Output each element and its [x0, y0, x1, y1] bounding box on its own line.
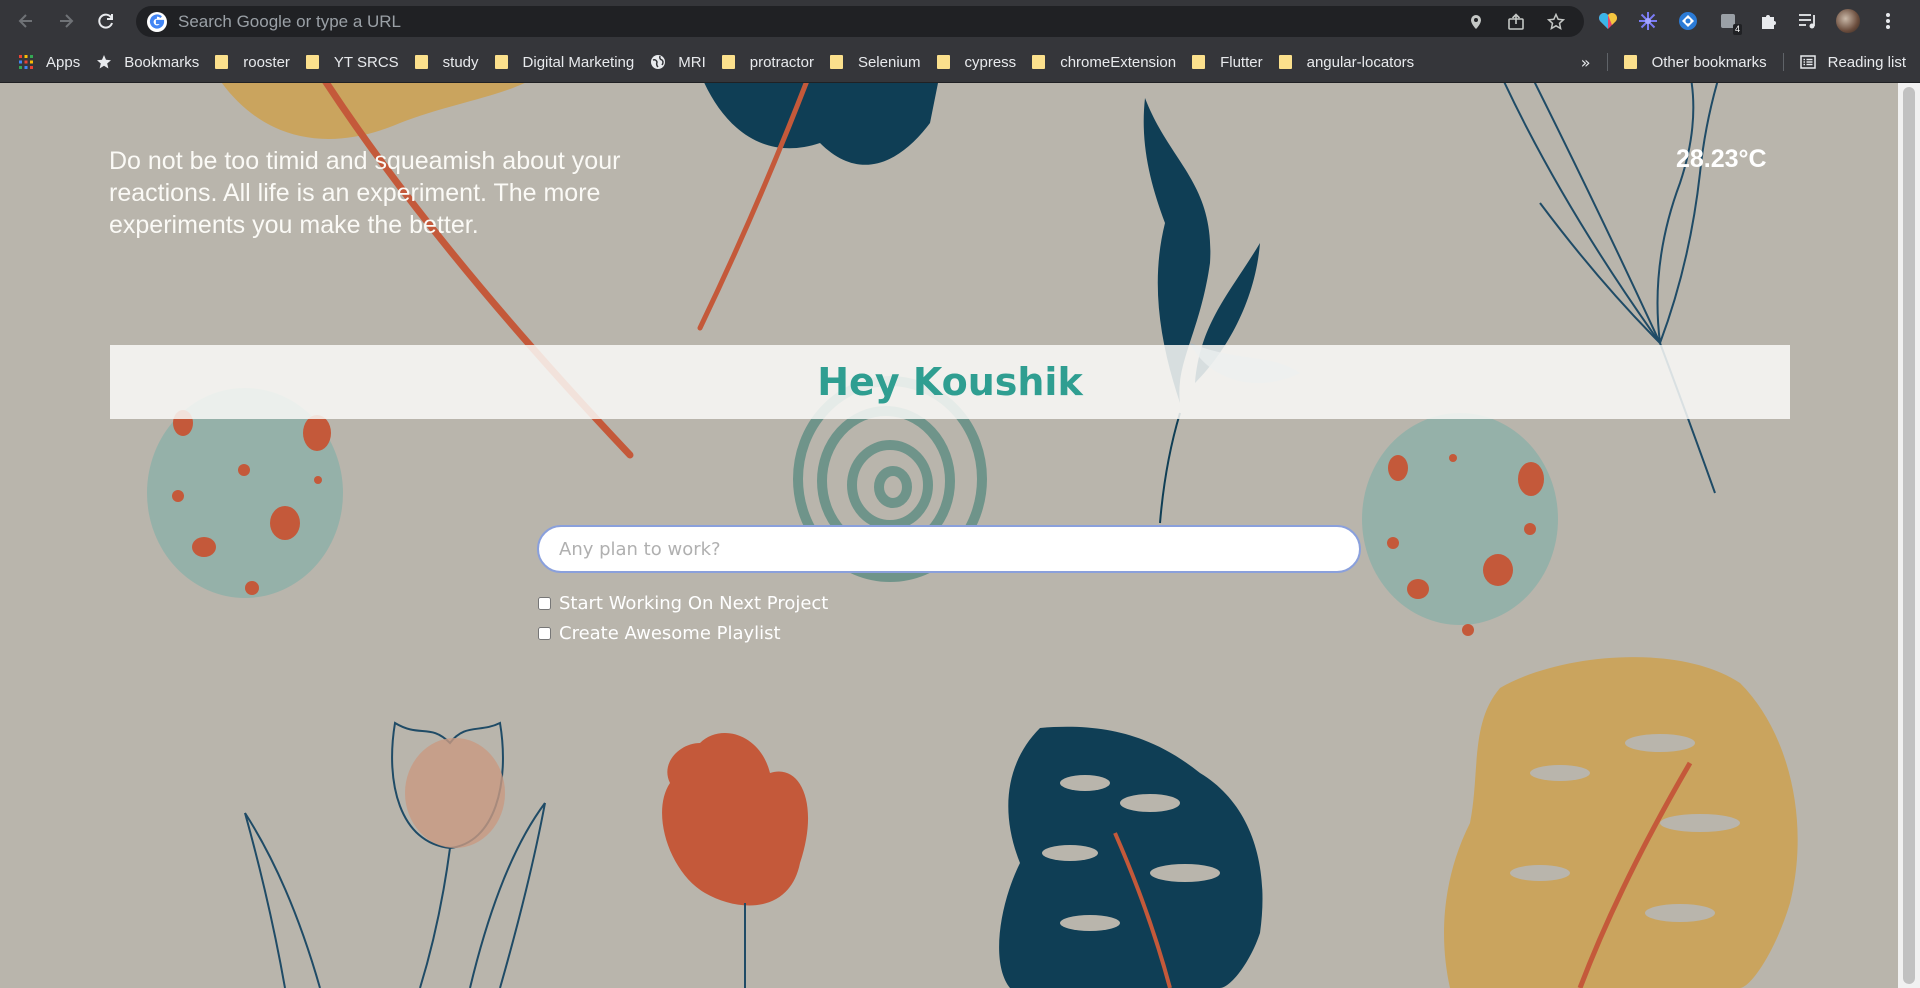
- profile-avatar[interactable]: [1834, 7, 1862, 35]
- share-icon[interactable]: [1502, 8, 1530, 36]
- google-logo-icon: [147, 11, 167, 32]
- bookmark-mri[interactable]: MRI: [642, 48, 714, 76]
- bookmark-selenium[interactable]: Selenium: [822, 48, 929, 76]
- address-bar[interactable]: Search Google or type a URL: [136, 6, 1584, 37]
- bookmark-label: Flutter: [1220, 53, 1263, 71]
- avatar: [1836, 9, 1860, 33]
- forward-button[interactable]: [46, 0, 86, 42]
- todo-label: Create Awesome Playlist: [559, 623, 781, 644]
- bookmark-digital-marketing[interactable]: Digital Marketing: [487, 48, 643, 76]
- folder-icon: [1278, 55, 1295, 69]
- todo-checkbox[interactable]: [538, 597, 551, 610]
- bookmark-chromeextension[interactable]: chromeExtension: [1024, 48, 1184, 76]
- counter-extension-icon[interactable]: 4: [1714, 7, 1742, 35]
- folder-icon: [215, 55, 231, 69]
- bookmarks-divider: [1606, 53, 1608, 71]
- task-input[interactable]: [537, 525, 1361, 573]
- bookmark-yt-srcs[interactable]: YT SRCS: [298, 48, 407, 76]
- bookmark-label: cypress: [964, 53, 1017, 71]
- browser-toolbar: Search Google or type a URL 4: [0, 0, 1920, 42]
- folder-icon: [721, 55, 738, 69]
- folder-icon: [305, 55, 322, 69]
- bookmark-label: MRI: [678, 53, 706, 71]
- arrow-left-icon: [18, 14, 32, 28]
- other-bookmarks[interactable]: Other bookmarks: [1616, 48, 1775, 76]
- weather-temperature: 28.23°C: [1676, 145, 1767, 173]
- reading-list-label: Reading list: [1827, 53, 1906, 71]
- bookmark-label: angular-locators: [1306, 53, 1415, 71]
- folder-icon: [414, 55, 431, 69]
- bookmark-label: study: [442, 53, 479, 71]
- bookmarks-bar: Apps Bookmarks rooster YT SRCS study Dig…: [0, 42, 1920, 83]
- blue-cross-extension-icon[interactable]: [1674, 7, 1702, 35]
- bookmark-label: chromeExtension: [1060, 53, 1177, 71]
- address-bar-placeholder: Search Google or type a URL: [178, 11, 402, 31]
- bookmark-label: Digital Marketing: [522, 53, 635, 71]
- folder-icon: [1623, 55, 1640, 69]
- bookmark-study[interactable]: study: [407, 48, 487, 76]
- heart-extension-icon[interactable]: [1594, 7, 1622, 35]
- star-icon: [96, 55, 112, 69]
- folder-icon: [1192, 55, 1208, 69]
- bookmarks-divider: [1782, 53, 1784, 71]
- puzzle-extensions-icon[interactable]: [1754, 7, 1782, 35]
- bookmark-cypress[interactable]: cypress: [929, 48, 1025, 76]
- folder-icon: [494, 55, 511, 69]
- greeting-title: Hey Koushik: [817, 360, 1083, 404]
- page-scrollbar[interactable]: [1898, 83, 1920, 988]
- other-bookmarks-label: Other bookmarks: [1651, 53, 1767, 71]
- bookmark-label: YT SRCS: [333, 53, 399, 71]
- reading-list[interactable]: Reading list: [1792, 48, 1914, 76]
- bookmark-protractor[interactable]: protractor: [714, 48, 822, 76]
- todo-label: Start Working On Next Project: [559, 593, 829, 614]
- media-queue-icon[interactable]: [1794, 7, 1822, 35]
- bookmark-rooster[interactable]: rooster: [207, 48, 298, 76]
- todo-checkbox[interactable]: [538, 627, 551, 640]
- todo-item[interactable]: Start Working On Next Project: [537, 593, 828, 614]
- extension-badge: 4: [1732, 24, 1742, 35]
- folder-icon: [829, 55, 846, 69]
- arrow-right-icon: [60, 14, 74, 28]
- reading-list-icon: [1799, 55, 1816, 69]
- new-tab-page: Do not be too timid and squeamish about …: [0, 83, 1898, 988]
- greeting-banner: Hey Koushik: [110, 345, 1790, 419]
- bookmark-label: Selenium: [857, 53, 921, 71]
- globe-icon: [650, 55, 666, 69]
- scrollbar-thumb[interactable]: [1903, 87, 1915, 984]
- folder-icon: [1032, 55, 1048, 69]
- bookmark-label: Apps: [46, 53, 81, 71]
- location-pin-icon[interactable]: [1462, 8, 1490, 36]
- bookmark-label: protractor: [749, 53, 814, 71]
- bookmark-angular-locators[interactable]: angular-locators: [1271, 48, 1423, 76]
- reload-button[interactable]: [86, 0, 126, 42]
- quote-text: Do not be too timid and squeamish about …: [109, 147, 621, 239]
- apps-grid-icon: [18, 55, 34, 69]
- bookmark-flutter[interactable]: Flutter: [1184, 48, 1271, 76]
- back-button[interactable]: [6, 0, 46, 42]
- bookmark-bookmarks[interactable]: Bookmarks: [88, 48, 207, 76]
- bookmark-apps[interactable]: Apps: [10, 48, 88, 76]
- todo-item[interactable]: Create Awesome Playlist: [537, 623, 781, 644]
- folder-icon: [936, 55, 953, 69]
- bookmarks-overflow-button[interactable]: »: [1573, 53, 1599, 72]
- sunburst-extension-icon[interactable]: [1634, 7, 1662, 35]
- bookmark-label: Bookmarks: [124, 53, 200, 71]
- bookmark-star-icon[interactable]: [1542, 8, 1570, 36]
- menu-kebab-icon[interactable]: [1874, 7, 1902, 35]
- reload-icon: [98, 13, 113, 29]
- bookmark-label: rooster: [243, 53, 290, 71]
